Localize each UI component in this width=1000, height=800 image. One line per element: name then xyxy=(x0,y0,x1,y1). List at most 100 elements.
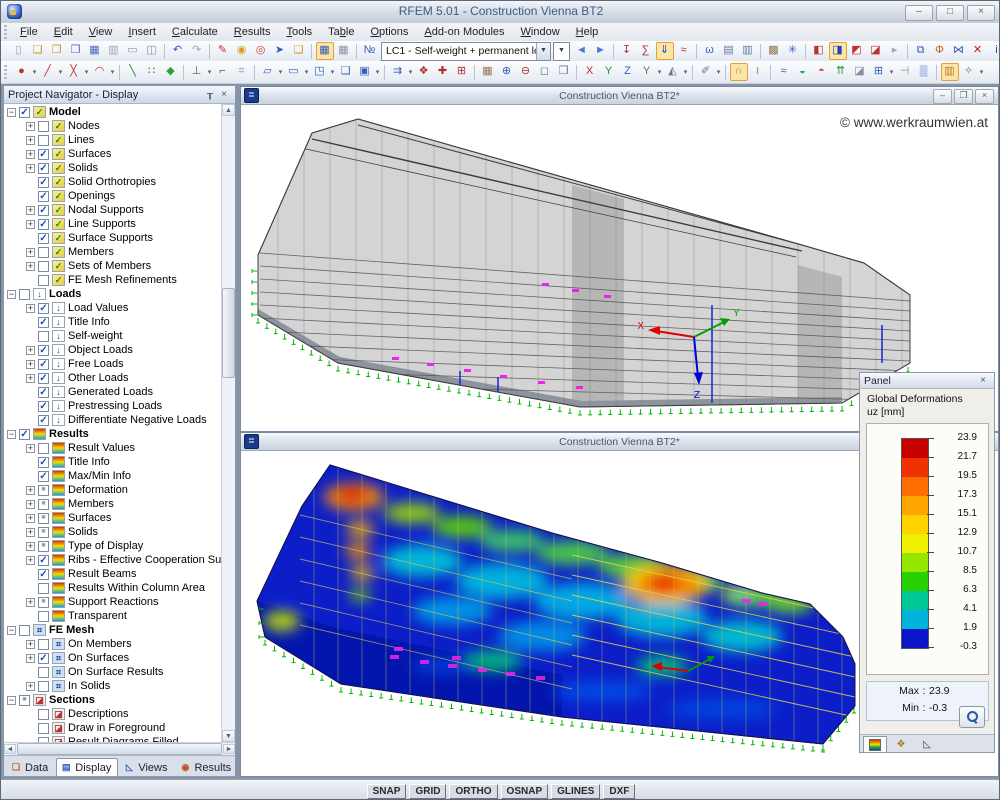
tree-item-draw-in-foreground[interactable]: ◪Draw in Foreground xyxy=(26,721,221,735)
tree-item-deformation[interactable]: +■Deformation xyxy=(26,483,221,497)
tab-views[interactable]: ◺Views xyxy=(119,758,174,776)
tree-expander[interactable]: + xyxy=(26,122,35,131)
tree-item-members[interactable]: +✓Members xyxy=(26,245,221,259)
tree-item-results-within-column-area[interactable]: Results Within Column Area xyxy=(26,581,221,595)
tree-checkbox[interactable] xyxy=(19,289,30,300)
tree-item-nodal-supports[interactable]: +✓✓Nodal Supports xyxy=(26,203,221,217)
tree-expander[interactable]: + xyxy=(26,136,35,145)
show-cubes-icon[interactable]: ❒ xyxy=(555,63,573,81)
tree-item-members[interactable]: +■Members xyxy=(26,497,221,511)
tree-expander[interactable]: + xyxy=(26,164,35,173)
tree-checkbox[interactable]: ✓ xyxy=(38,457,49,468)
dropdown-arrow-icon[interactable]: ▾ xyxy=(277,68,284,76)
dropdown-arrow-icon[interactable]: ▾ xyxy=(329,68,336,76)
horizontal-scrollbar[interactable]: ◄ ► xyxy=(4,742,235,755)
menu-table[interactable]: Table xyxy=(320,25,362,39)
dropdown-arrow-icon[interactable]: ▾ xyxy=(682,68,689,76)
scrollbar-thumb[interactable] xyxy=(222,288,235,378)
pin-icon[interactable]: ┰ xyxy=(203,89,217,100)
viewport1-title-bar[interactable]: ≣ Construction Vienna BT2* – ❐ × xyxy=(241,87,998,105)
tree-item-sets-of-members[interactable]: +✓Sets of Members xyxy=(26,259,221,273)
show-results-icon[interactable]: ⇓ xyxy=(656,42,674,60)
isometric-view-icon[interactable]: ◭ xyxy=(664,63,682,81)
results-view-3-icon[interactable]: ◩ xyxy=(848,42,866,60)
solid-icon[interactable]: ◳ xyxy=(311,63,329,81)
dropdown-arrow-icon[interactable]: ▾ xyxy=(109,68,116,76)
tree-expander[interactable]: − xyxy=(7,626,16,635)
result-table-2-icon[interactable]: ▥ xyxy=(739,42,757,60)
rectangle-surface-icon[interactable]: ▭ xyxy=(285,63,303,81)
solid-2-icon[interactable]: ❑ xyxy=(337,63,355,81)
tree-checkbox[interactable]: ✓ xyxy=(38,163,49,174)
tree-checkbox[interactable] xyxy=(38,275,49,286)
minimize-button[interactable]: – xyxy=(905,5,933,21)
tree-item-line-supports[interactable]: +✓✓Line Supports xyxy=(26,217,221,231)
tree-checkbox[interactable]: ■ xyxy=(38,499,49,510)
fe-boundary-icon[interactable]: ⌗ xyxy=(233,63,251,81)
show-cube-icon[interactable]: ◻ xyxy=(536,63,554,81)
tree-checkbox[interactable]: ✓ xyxy=(38,191,49,202)
tree-checkbox[interactable]: ✓ xyxy=(38,149,49,160)
tree-checkbox[interactable]: ✓ xyxy=(38,387,49,398)
printout-report-icon[interactable]: ▦ xyxy=(335,42,353,60)
tree-item-self-weight[interactable]: ↓Self-weight xyxy=(26,329,221,343)
menu-results[interactable]: Results xyxy=(226,25,279,39)
menu-edit[interactable]: Edit xyxy=(46,25,81,39)
tree-item-support-reactions[interactable]: +■Support Reactions xyxy=(26,595,221,609)
tree-item-ribs-effective-cooperation-surfaces[interactable]: +✓Ribs - Effective Cooperation Surfaces xyxy=(26,553,221,567)
pick-object-icon[interactable]: ➤ xyxy=(271,42,289,60)
tab-display[interactable]: ▤Display xyxy=(56,758,118,776)
view-in-minus-y-icon[interactable]: Y xyxy=(638,63,656,81)
results-view-2-icon[interactable]: ◨ xyxy=(829,42,847,60)
tree-expander[interactable]: + xyxy=(26,374,35,383)
new-file-icon[interactable]: ▯ xyxy=(10,42,28,60)
tree-expander[interactable]: + xyxy=(26,304,35,313)
tree-item-other-loads[interactable]: +✓↓Other Loads xyxy=(26,371,221,385)
panel-tab-factors[interactable]: ❖ xyxy=(889,736,913,752)
save-project-icon[interactable]: ❒ xyxy=(67,42,85,60)
tree-checkbox[interactable]: ✓ xyxy=(38,233,49,244)
tree-checkbox[interactable] xyxy=(38,611,49,622)
show-loads-icon[interactable]: ↧ xyxy=(618,42,636,60)
tree-item-results[interactable]: −✓Results xyxy=(7,427,221,441)
tree-item-max-min-info[interactable]: ✓Max/Min Info xyxy=(26,469,221,483)
tree-item-on-surfaces[interactable]: +✓⌗On Surfaces xyxy=(26,651,221,665)
tree-checkbox[interactable]: ✓ xyxy=(38,219,49,230)
tree-expander[interactable]: + xyxy=(26,346,35,355)
results-deformed-icon[interactable]: ω xyxy=(701,42,719,60)
view-in-y-icon[interactable]: Y xyxy=(600,63,618,81)
magnifier-button[interactable] xyxy=(959,706,985,728)
line-icon[interactable]: ╱ xyxy=(39,63,57,81)
member-set-icon[interactable]: ∷ xyxy=(143,63,161,81)
panel-tab-color-scale[interactable] xyxy=(863,736,887,752)
tree-expander[interactable]: − xyxy=(7,108,16,117)
tree-expander[interactable]: + xyxy=(26,682,35,691)
tree-checkbox[interactable]: ✓ xyxy=(38,177,49,188)
scrollbar-thumb[interactable] xyxy=(17,743,222,755)
select-special-icon[interactable]: ❖ xyxy=(415,63,433,81)
move-copy-icon[interactable]: ✐ xyxy=(697,63,715,81)
tree-checkbox[interactable]: ■ xyxy=(19,695,30,706)
tree-checkbox[interactable]: ■ xyxy=(38,541,49,552)
open-project-icon[interactable]: ❐ xyxy=(48,42,66,60)
dropdown-arrow-icon[interactable]: ▾ xyxy=(374,68,381,76)
menu-window[interactable]: Window xyxy=(513,25,568,39)
panel-title-bar[interactable]: Panel × xyxy=(860,373,994,389)
menu-calculate[interactable]: Calculate xyxy=(164,25,226,39)
tree-item-nodes[interactable]: +✓Nodes xyxy=(26,119,221,133)
tree-item-result-diagrams-filled[interactable]: ◪Result Diagrams Filled xyxy=(26,735,221,742)
surface-generate-icon[interactable]: ◆ xyxy=(162,63,180,81)
undo-icon[interactable]: ↶ xyxy=(169,42,187,60)
tree-expander[interactable]: − xyxy=(7,430,16,439)
viewport-restore-button[interactable]: ❐ xyxy=(954,89,973,104)
show-load-values-icon[interactable]: ∑ xyxy=(637,42,655,60)
tree-checkbox[interactable]: ■ xyxy=(38,527,49,538)
tree-checkbox[interactable]: ✓ xyxy=(38,303,49,314)
tree-checkbox[interactable]: ✓ xyxy=(38,415,49,426)
connect-lines-icon[interactable]: ⧉ xyxy=(912,42,930,60)
tree-item-solids[interactable]: +■Solids xyxy=(26,525,221,539)
status-grid-button[interactable]: GRID xyxy=(409,784,446,799)
result-beam-icon[interactable]: ⊣ xyxy=(896,63,914,81)
mirror-icon[interactable]: ⋈ xyxy=(950,42,968,60)
menu-insert[interactable]: Insert xyxy=(120,25,164,39)
